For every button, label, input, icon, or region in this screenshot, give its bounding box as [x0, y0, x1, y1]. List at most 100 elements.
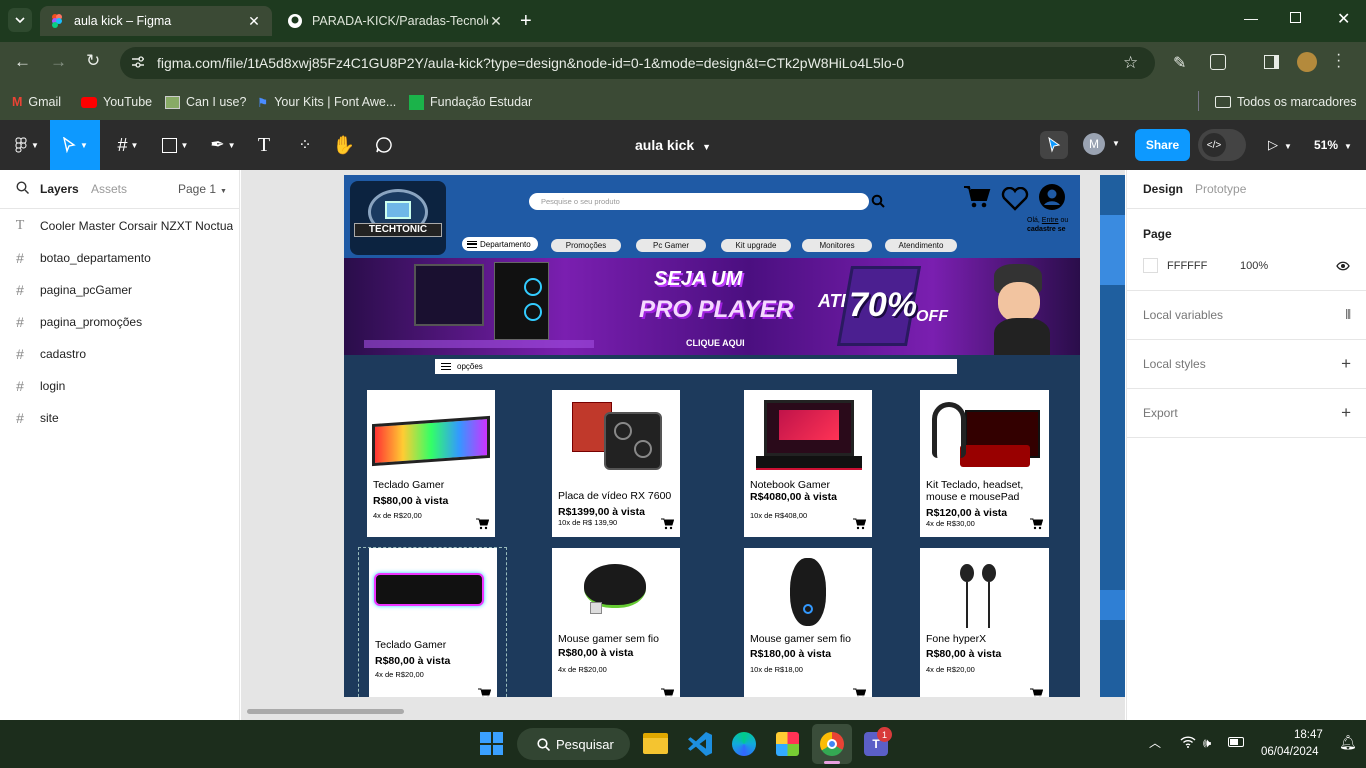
dev-mode-toggle[interactable]: </> [1198, 129, 1246, 161]
present-button[interactable]: ▷ ▼ [1268, 137, 1292, 153]
page-color-value[interactable]: FFFFFF [1167, 260, 1207, 272]
pen-tool[interactable]: ✒ ▼ [203, 120, 243, 170]
cart-icon[interactable] [476, 518, 489, 530]
site-logo[interactable]: TECHTONIC [350, 181, 446, 255]
local-variables-row[interactable]: Local variables ⫴ [1127, 291, 1366, 340]
bookmark-caniuse[interactable]: Can I use? [165, 92, 246, 112]
pen-icon[interactable]: ✎ [1173, 53, 1186, 73]
bookmark-youtube[interactable]: YouTube [81, 92, 152, 112]
cart-icon[interactable] [1030, 688, 1043, 697]
move-tool[interactable]: ▼ [50, 120, 100, 170]
windows-start-icon[interactable] [480, 732, 503, 755]
product-card[interactable]: Notebook Gamer R$4080,00 à vista 10x de … [744, 390, 872, 537]
plus-icon[interactable]: + [1341, 354, 1351, 374]
promo-banner[interactable]: SEJA UM PRO PLAYER CLIQUE AQUI ATÉ 70% O… [344, 258, 1080, 355]
side-panel-icon[interactable] [1264, 55, 1279, 69]
layer-frame[interactable]: # cadastro [0, 338, 240, 370]
frame-tool[interactable]: # ▼ [108, 120, 148, 170]
hand-tool[interactable]: ✋ [330, 120, 358, 170]
zoom-level[interactable]: 51% ▼ [1314, 138, 1352, 152]
chrome-icon[interactable] [812, 724, 852, 764]
site-frame[interactable]: TECHTONIC Pesquise o seu produto Olá, En… [344, 175, 1080, 697]
layer-frame[interactable]: # site [0, 402, 240, 434]
site-info-icon[interactable] [131, 55, 145, 69]
site-search-input[interactable]: Pesquise o seu produto [529, 193, 869, 210]
main-menu-button[interactable]: ▼ [10, 120, 44, 170]
product-card[interactable]: Mouse gamer sem fio R$80,00 à vista 4x d… [552, 548, 680, 697]
login-link[interactable]: Entre [1042, 217, 1059, 224]
heart-icon[interactable] [1001, 187, 1029, 211]
text-tool[interactable]: T [250, 120, 278, 170]
banner-cta[interactable]: CLIQUE AQUI [686, 338, 745, 348]
signup-link[interactable]: cadastre se [1027, 226, 1066, 233]
battery-icon[interactable] [1228, 737, 1244, 747]
user-avatar[interactable]: M [1083, 133, 1105, 155]
product-card[interactable]: Fone hyperX R$80,00 à vista 4x de R$20,0… [920, 548, 1049, 697]
shape-tool[interactable]: ▼ [155, 120, 195, 170]
bookmark-gmail[interactable]: M Gmail [12, 92, 61, 112]
nav-pc-gamer[interactable]: Pc Gamer [636, 239, 706, 252]
neighbor-frame[interactable] [1100, 175, 1125, 697]
layer-frame[interactable]: # pagina_promoções [0, 306, 240, 338]
layer-frame[interactable]: # login [0, 370, 240, 402]
chevron-up-icon[interactable]: ︿ [1149, 734, 1161, 751]
extensions-icon[interactable] [1210, 54, 1226, 70]
comment-tool[interactable] [370, 120, 398, 170]
user-icon[interactable] [1039, 184, 1065, 210]
product-card[interactable]: Kit Teclado, headset, mouse e mousePad R… [920, 390, 1049, 537]
wifi-icon[interactable] [1180, 735, 1196, 748]
product-card[interactable]: Mouse gamer sem fio R$180,00 à vista 10x… [744, 548, 872, 697]
page-color-swatch[interactable] [1143, 258, 1158, 273]
cart-icon[interactable] [853, 518, 866, 530]
product-card[interactable]: Teclado Gamer R$80,00 à vista 4x de R$20… [367, 390, 495, 537]
search-icon[interactable] [871, 194, 885, 208]
bookmark-fontawesome[interactable]: ⚑ Your Kits | Font Awe... [257, 92, 396, 112]
tab-layers[interactable]: Layers [40, 182, 79, 196]
close-icon[interactable]: ✕ [246, 13, 262, 30]
sliders-icon[interactable]: ⫴ [1346, 307, 1351, 323]
vscode-icon[interactable] [688, 732, 712, 756]
search-icon[interactable] [16, 181, 29, 194]
layer-text[interactable]: T Cooler Master Corsair NZXT Noctua [0, 210, 240, 242]
close-icon[interactable]: ✕ [488, 13, 504, 30]
options-bar[interactable]: opções [435, 359, 957, 374]
clock-date[interactable]: 06/04/2024 [1261, 746, 1319, 758]
tab-github[interactable]: PARADA-KICK/Paradas-Tecnologi ✕ [278, 6, 514, 36]
page-opacity-value[interactable]: 100% [1240, 260, 1268, 272]
cart-icon[interactable] [853, 688, 866, 697]
chevron-down-icon[interactable]: ▼ [1112, 139, 1120, 148]
tab-search-button[interactable] [8, 8, 32, 32]
menu-icon[interactable]: · · · [1336, 47, 1341, 75]
nav-atendimento[interactable]: Atendimento [885, 239, 957, 252]
tab-figma[interactable]: aula kick – Figma ✕ [40, 6, 272, 36]
nav-promocoes[interactable]: Promoções [551, 239, 621, 252]
volume-icon[interactable]: 🕪 [1203, 735, 1211, 751]
file-title[interactable]: aula kick ▼ [635, 137, 711, 153]
all-bookmarks[interactable]: Todos os marcadores [1215, 92, 1357, 112]
notifications-bell-icon[interactable]: 🔔︎ [1339, 734, 1357, 751]
cart-icon[interactable] [1030, 518, 1043, 530]
share-button[interactable]: Share [1135, 129, 1190, 161]
back-button[interactable]: ← [14, 52, 31, 72]
tab-prototype[interactable]: Prototype [1195, 182, 1246, 196]
local-styles-row[interactable]: Local styles + [1127, 340, 1366, 389]
design-canvas[interactable]: TECHTONIC Pesquise o seu produto Olá, En… [241, 170, 1125, 720]
file-explorer-icon[interactable] [643, 733, 668, 754]
export-row[interactable]: Export + [1127, 389, 1366, 438]
layer-frame[interactable]: # pagina_pcGamer [0, 274, 240, 306]
maximize-button[interactable] [1290, 12, 1301, 23]
cart-icon[interactable] [478, 688, 491, 697]
profile-avatar[interactable] [1297, 52, 1317, 72]
bookmark-star-icon[interactable]: ☆ [1123, 53, 1138, 73]
department-button[interactable]: Departamento [462, 237, 538, 251]
minimize-button[interactable]: — [1244, 10, 1258, 26]
store-icon[interactable] [776, 732, 799, 756]
tab-assets[interactable]: Assets [91, 182, 127, 196]
product-card[interactable]: Placa de vídeo RX 7600 R$1399,00 à vista… [552, 390, 680, 537]
clock-time[interactable]: 18:47 [1294, 729, 1323, 741]
cart-icon[interactable] [963, 185, 991, 209]
layer-frame[interactable]: # botao_departamento [0, 242, 240, 274]
product-card[interactable]: Teclado Gamer R$80,00 à vista 4x de R$20… [369, 548, 497, 697]
bookmark-fundacao[interactable]: Fundação Estudar [409, 92, 532, 112]
reload-button[interactable]: ↻ [86, 51, 100, 71]
